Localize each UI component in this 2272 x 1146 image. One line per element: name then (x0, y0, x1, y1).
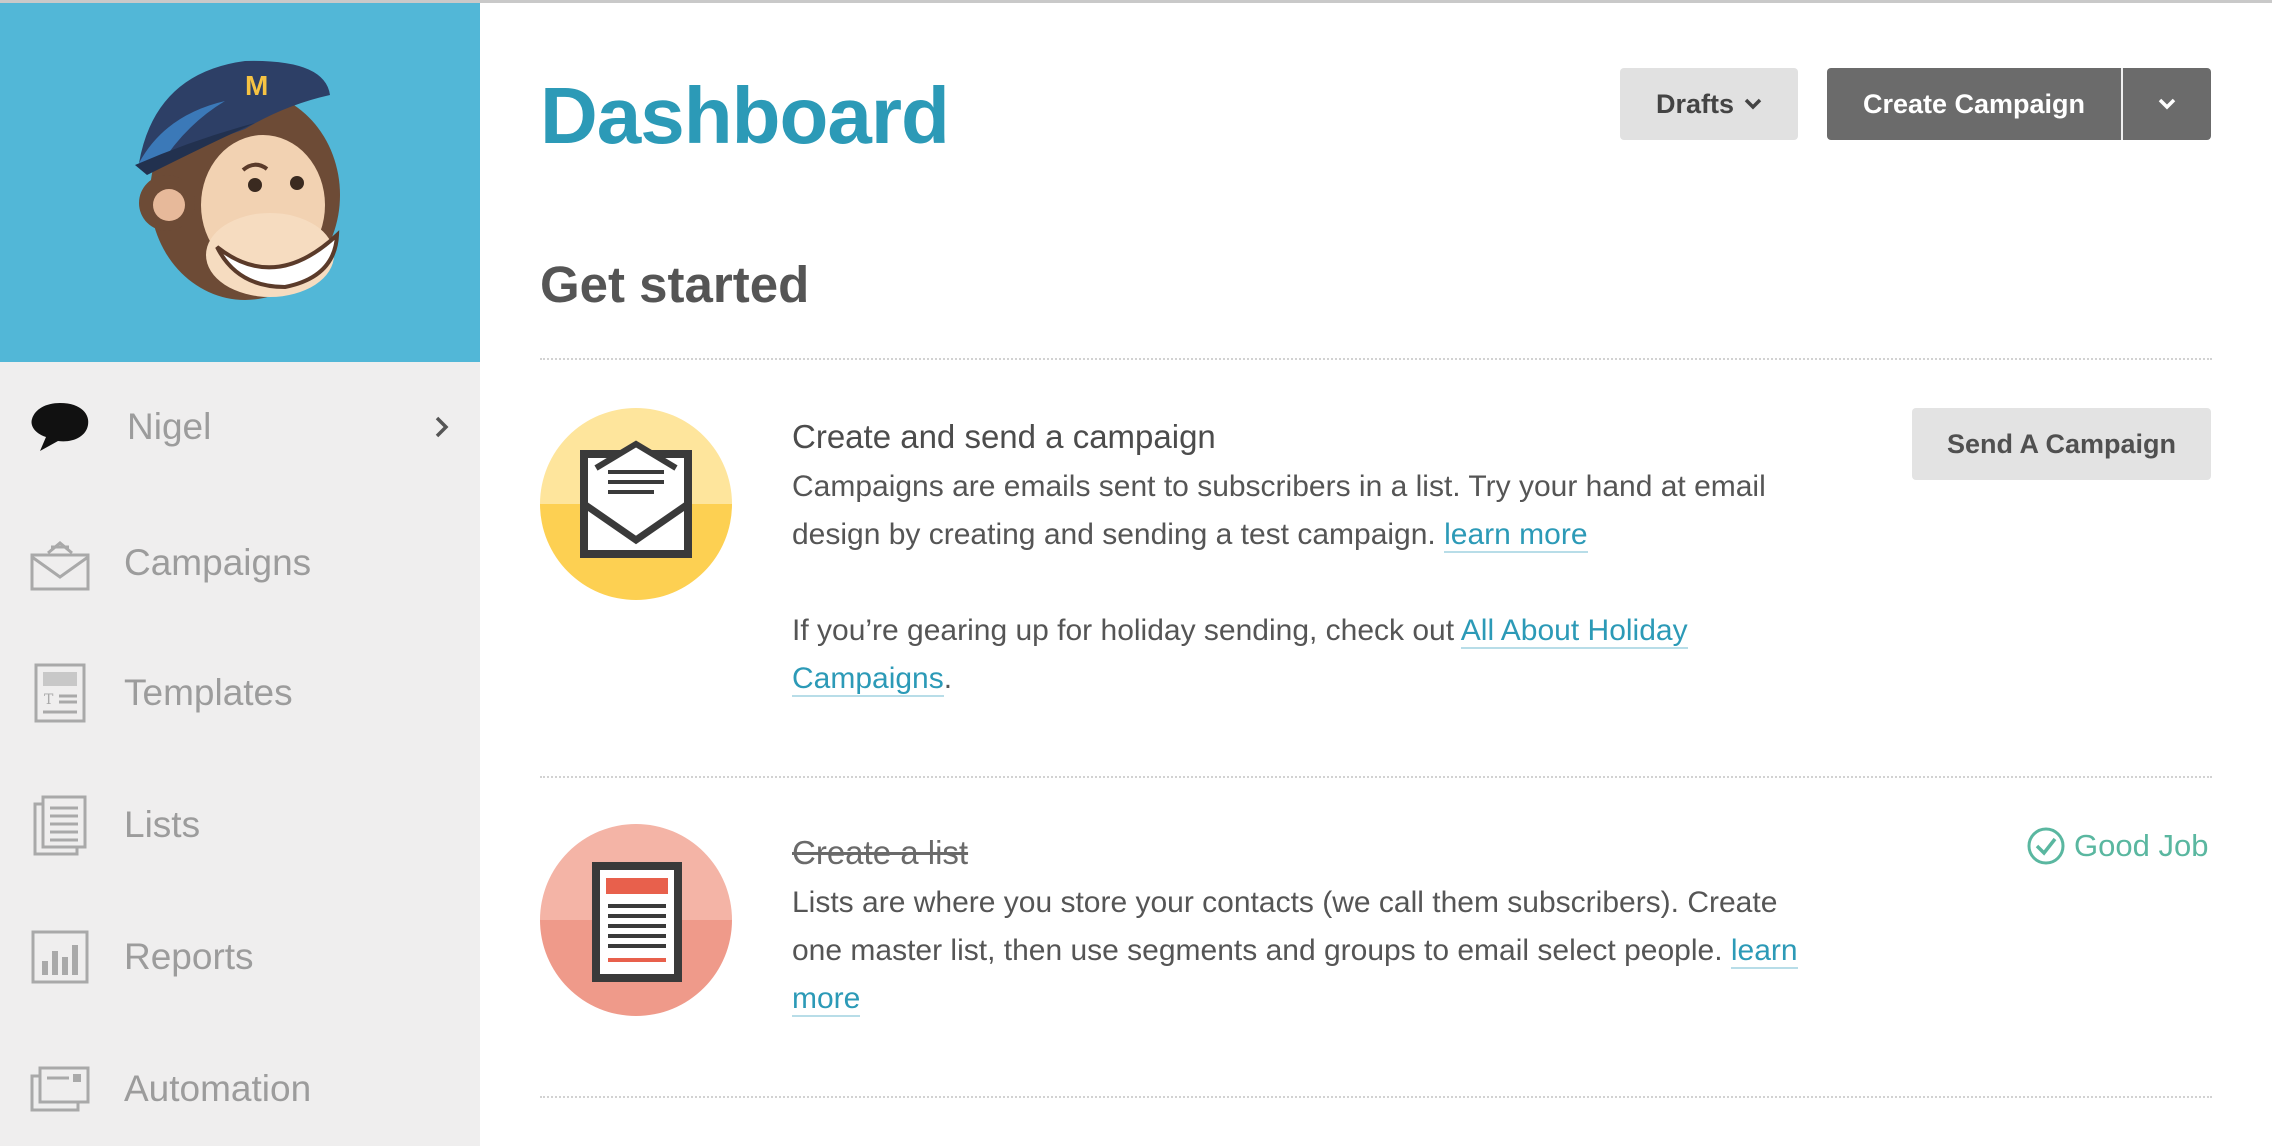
freddie-logo: M (135, 60, 340, 300)
envelope-icon (540, 408, 732, 600)
list-document-icon (540, 824, 732, 1016)
send-campaign-label: Send A Campaign (1946, 428, 2177, 459)
svg-text:T: T (44, 692, 54, 708)
logo-area[interactable]: M (0, 0, 480, 362)
templates-icon: T (28, 661, 92, 725)
send-campaign-button[interactable]: Send A Campaign (1912, 408, 2211, 480)
sidebar-item-campaigns[interactable]: Campaigns (0, 508, 480, 618)
top-border (0, 0, 2272, 3)
automation-icon (28, 1057, 92, 1121)
step-note-text: If you’re gearing up for holiday sending… (792, 614, 1455, 647)
divider (540, 776, 2212, 778)
step-description-text: Campaigns are emails sent to subscribers… (792, 470, 1766, 551)
learn-more-link[interactable]: learn more (1444, 518, 1588, 553)
campaigns-icon (28, 531, 92, 595)
user-name: Nigel (127, 406, 212, 447)
sidebar-item-templates[interactable]: T Templates (0, 638, 480, 748)
drafts-label: Drafts (1655, 88, 1735, 119)
chevron-right-icon (435, 416, 449, 438)
sidebar-item-label: Campaigns (124, 542, 312, 583)
sidebar-user-menu[interactable]: Nigel (0, 372, 480, 482)
sidebar: M Nigel Campaigns T Templates Lists Repo… (0, 0, 480, 1146)
create-campaign-label: Create Campaign (1862, 88, 2086, 119)
main-content: Dashboard Drafts Create Campaign Get sta… (480, 0, 2272, 1146)
svg-text:M: M (245, 70, 268, 101)
sidebar-item-lists[interactable]: Lists (0, 770, 480, 880)
chevron-down-icon (1744, 98, 1762, 110)
sidebar-item-automation[interactable]: Automation (0, 1034, 480, 1144)
step-description-text: Lists are where you store your contacts … (792, 886, 1778, 967)
step-description: Lists are where you store your contacts … (792, 879, 1832, 1023)
user-avatar-icon (28, 395, 92, 459)
sidebar-item-label: Automation (124, 1068, 312, 1109)
step-complete-status: Good Job (2026, 826, 2208, 866)
divider (540, 1096, 2212, 1098)
good-job-label: Good Job (2074, 828, 2209, 863)
step-title-completed: Create a list (792, 834, 969, 871)
section-title: Get started (540, 256, 810, 313)
step-description: Campaigns are emails sent to subscribers… (792, 463, 1832, 559)
drafts-dropdown-button[interactable]: Drafts (1620, 68, 1798, 140)
chevron-down-icon (2158, 98, 2176, 110)
page-title: Dashboard (540, 71, 950, 160)
step-note: If you’re gearing up for holiday sending… (792, 607, 1832, 703)
sidebar-item-reports[interactable]: Reports (0, 902, 480, 1012)
sidebar-item-label: Reports (124, 936, 254, 977)
sidebar-item-label: Lists (124, 804, 201, 845)
checkmark-circle-icon (2027, 827, 2065, 865)
sidebar-item-label: Templates (124, 672, 293, 713)
reports-icon (28, 925, 92, 989)
create-campaign-button[interactable]: Create Campaign (1827, 68, 2121, 140)
divider (540, 358, 2212, 360)
create-campaign-options-button[interactable] (2123, 68, 2211, 140)
step-note-end: . (943, 662, 953, 695)
lists-icon (28, 793, 92, 857)
step-title: Create and send a campaign (792, 418, 1216, 455)
